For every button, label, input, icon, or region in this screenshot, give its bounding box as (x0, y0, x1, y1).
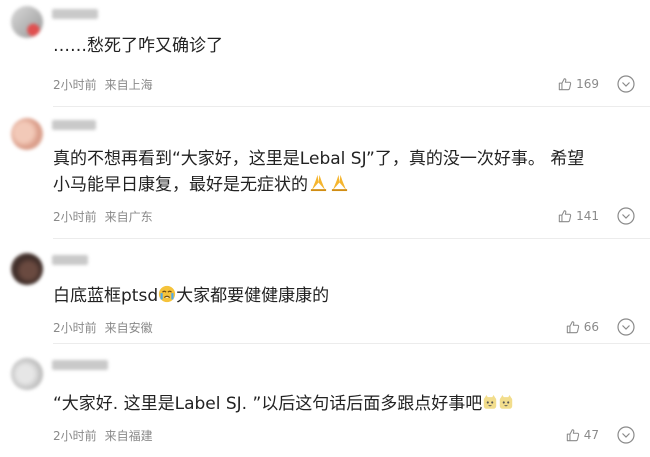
comment-item: 真的不想再看到“大家好，这里是Lebal SJ”了，真的没一次好事。 希望小马能… (0, 107, 650, 239)
comment-text: ……愁死了咋又确诊了 (53, 36, 223, 56)
like-button[interactable]: 141 (558, 209, 599, 223)
crying-face-emoji (158, 285, 176, 311)
avatar[interactable] (11, 6, 43, 38)
folded-hands-emoji (308, 173, 329, 200)
comment-feed: ……愁死了咋又确诊了 2小时前 来自上海 169 真的不想再看到“大家好，这里是L… (0, 0, 650, 457)
user-name[interactable] (52, 120, 96, 130)
more-circle-icon[interactable] (616, 206, 636, 226)
comment-text-content: “大家好. 这里是Label SJ. ”以后这句话后面多跟点好事吧 (53, 394, 483, 414)
comment-text: “大家好. 这里是Label SJ. ”以后这句话后面多跟点好事吧 (53, 391, 643, 419)
comment-meta: 2小时前 来自广东 (53, 208, 153, 225)
more-circle-icon[interactable] (616, 74, 636, 94)
like-button[interactable]: 66 (566, 320, 599, 334)
avatar[interactable] (11, 118, 43, 150)
cat-emoji (482, 393, 498, 419)
like-count: 66 (583, 320, 599, 334)
comment-location: 来自上海 (104, 78, 153, 92)
comment-location: 来自广东 (104, 210, 153, 224)
cat-emoji (498, 393, 514, 419)
comment-time: 2小时前 (53, 321, 97, 335)
more-circle-icon[interactable] (616, 317, 636, 337)
comment-time: 2小时前 (53, 210, 97, 224)
comment-meta: 2小时前 来自上海 (53, 76, 153, 93)
comment-actions: 66 (566, 317, 636, 337)
folded-hands-emoji (329, 173, 350, 200)
comment-location: 来自福建 (104, 429, 153, 443)
comment-item: ……愁死了咋又确诊了 2小时前 来自上海 169 (0, 0, 650, 107)
comment-actions: 141 (558, 206, 636, 226)
comment-text-before: 白底蓝框ptsd (53, 286, 159, 306)
user-name[interactable] (52, 255, 88, 265)
user-name[interactable] (52, 9, 98, 19)
comment-meta: 2小时前 来自安徽 (53, 319, 153, 336)
like-count: 141 (576, 209, 599, 223)
comment-text: 白底蓝框ptsd 大家都要健健康康的 (53, 283, 643, 311)
like-count: 47 (583, 428, 599, 442)
comment-time: 2小时前 (53, 429, 97, 443)
more-circle-icon[interactable] (616, 425, 636, 445)
thumbs-up-icon (566, 321, 579, 334)
comment-item: “大家好. 这里是Label SJ. ”以后这句话后面多跟点好事吧 2小时前 来自… (0, 344, 650, 457)
comment-actions: 47 (566, 425, 636, 445)
user-name[interactable] (52, 360, 108, 370)
comment-actions: 169 (558, 74, 636, 94)
comment-meta: 2小时前 来自福建 (53, 427, 153, 444)
comment-time: 2小时前 (53, 78, 97, 92)
like-count: 169 (576, 77, 599, 91)
thumbs-up-icon (558, 78, 572, 91)
thumbs-up-icon (558, 210, 572, 223)
like-button[interactable]: 169 (558, 77, 599, 91)
comment-item: 白底蓝框ptsd 大家都要健健康康的 2小时前 来自安徽 66 (0, 239, 650, 344)
comment-location: 来自安徽 (104, 321, 153, 335)
avatar[interactable] (11, 358, 43, 390)
thumbs-up-icon (566, 429, 579, 442)
comment-text-after: 大家都要健健康康的 (176, 286, 330, 306)
avatar[interactable] (11, 253, 43, 285)
comment-text: 真的不想再看到“大家好，这里是Lebal SJ”了，真的没一次好事。 希望小马能… (53, 146, 601, 200)
like-button[interactable]: 47 (566, 428, 599, 442)
